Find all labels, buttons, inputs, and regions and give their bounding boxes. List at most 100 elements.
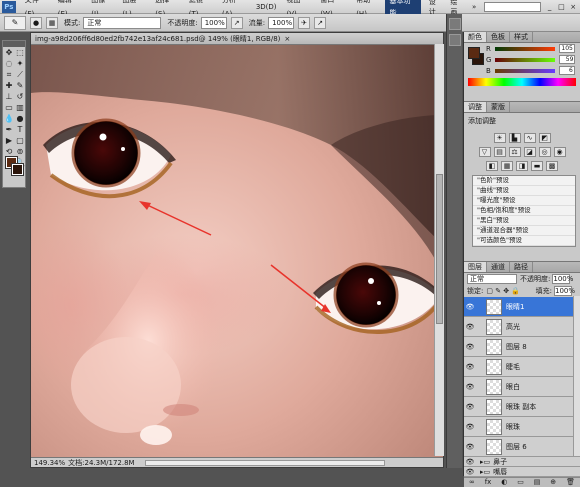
dodge-tool-icon[interactable]: ● (15, 114, 25, 124)
layer-row[interactable]: 👁 高光 (464, 317, 580, 337)
adjustment-layer-icon[interactable]: ▭ (517, 478, 524, 487)
curves-icon[interactable]: ∿ (523, 133, 536, 143)
lasso-tool-icon[interactable]: ◌ (4, 59, 14, 69)
pen-tool-icon[interactable]: ✒ (4, 125, 14, 135)
close-document-icon[interactable]: × (284, 35, 290, 43)
posterize-icon[interactable]: ▦ (501, 161, 513, 171)
healing-tool-icon[interactable]: ✚ (4, 81, 14, 91)
visibility-eye-icon[interactable]: 👁 (464, 468, 476, 476)
3d-rotate-tool-icon[interactable]: ⟲ (4, 147, 14, 157)
tab-masks[interactable]: 蒙版 (487, 102, 510, 112)
tab-layers[interactable]: 图层 (464, 262, 487, 272)
eraser-tool-icon[interactable]: ▭ (4, 103, 14, 113)
visibility-eye-icon[interactable]: 👁 (464, 343, 476, 351)
lock-icons[interactable]: ▢ ✎ ✥ 🔒 (486, 287, 520, 295)
menu-3d[interactable]: 3D(D) (251, 0, 282, 14)
red-slider[interactable] (494, 46, 555, 51)
shape-tool-icon[interactable]: ▢ (15, 136, 25, 146)
history-panel-icon[interactable] (449, 18, 461, 30)
zoom-level[interactable]: 149.34% (31, 458, 65, 467)
vibrance-icon[interactable]: ▽ (478, 147, 491, 157)
layer-opacity-field[interactable]: 100% (552, 274, 573, 284)
3d-orbit-tool-icon[interactable]: ⊚ (15, 147, 25, 157)
layer-row[interactable]: 👁 图层 6 (464, 437, 580, 457)
preset-black-white[interactable]: "黑白"预设 (473, 216, 575, 226)
blue-value-field[interactable]: 6 (558, 66, 575, 75)
marquee-tool-icon[interactable]: ⬚ (15, 48, 25, 58)
brush-preset-icon[interactable]: ✎ (4, 15, 26, 30)
preset-selective-color[interactable]: "可选颜色"预设 (473, 236, 575, 246)
link-layers-icon[interactable]: ∞ (469, 478, 475, 487)
threshold-icon[interactable]: ◨ (516, 161, 528, 171)
add-mask-icon[interactable]: ◐ (501, 478, 507, 487)
type-tool-icon[interactable]: T (15, 125, 25, 135)
levels-icon[interactable]: ▙ (508, 133, 521, 143)
move-tool-icon[interactable]: ✥ (4, 48, 14, 58)
layer-row[interactable]: 👁 眼珠 副本 (464, 397, 580, 417)
preset-exposure[interactable]: "曝光度"预设 (473, 196, 575, 206)
cs-live-search-input[interactable] (484, 1, 541, 12)
eyedropper-tool-icon[interactable]: ⟋ (15, 70, 25, 80)
blue-slider[interactable] (494, 68, 555, 73)
horizontal-scrollbar[interactable] (144, 460, 385, 466)
brush-tool-icon[interactable]: ✎ (15, 81, 25, 91)
black-white-icon[interactable]: ◪ (523, 147, 536, 157)
fill-field[interactable]: 100% (554, 286, 575, 296)
visibility-eye-icon[interactable]: 👁 (464, 458, 476, 466)
photo-filter-icon[interactable]: ◎ (538, 147, 551, 157)
new-group-icon[interactable]: ▤ (534, 478, 541, 487)
layer-row[interactable]: 👁 眼睛1 (464, 297, 580, 317)
crop-tool-icon[interactable]: ⌗ (4, 70, 14, 80)
preset-hue-saturation[interactable]: "色相/饱和度"预设 (473, 206, 575, 216)
toolbox-header[interactable] (3, 41, 25, 47)
layers-scrollbar[interactable] (573, 296, 580, 456)
path-select-tool-icon[interactable]: ▶ (4, 136, 14, 146)
gradient-tool-icon[interactable]: ▥ (15, 103, 25, 113)
preset-curves[interactable]: "曲线"预设 (473, 186, 575, 196)
maximize-button[interactable]: □ (557, 2, 567, 12)
scroll-thumb[interactable] (436, 174, 443, 324)
flow-field[interactable]: 100% (268, 16, 295, 29)
brightness-contrast-icon[interactable]: ☀ (493, 133, 506, 143)
actions-panel-icon[interactable] (449, 34, 461, 46)
gradient-map-icon[interactable]: ▬ (531, 161, 543, 171)
visibility-eye-icon[interactable]: 👁 (464, 303, 476, 311)
green-value-field[interactable]: 59 (559, 55, 576, 64)
opacity-field[interactable]: 100% (200, 16, 227, 29)
color-ramp[interactable] (468, 78, 576, 86)
delete-layer-icon[interactable]: 🗑 (566, 478, 575, 487)
background-color-swatch[interactable] (11, 163, 24, 176)
document-tab[interactable]: img-a98d206ff6d80ed2fb742e13af24c681.psd… (31, 33, 443, 45)
selective-color-icon[interactable]: ▩ (546, 161, 558, 171)
color-balance-icon[interactable]: ⚖ (508, 147, 521, 157)
blend-mode-select[interactable]: 正常 (467, 274, 517, 284)
pressure-size-icon[interactable]: ↗ (314, 16, 327, 29)
magic-wand-tool-icon[interactable]: ✦ (15, 59, 25, 69)
stamp-tool-icon[interactable]: ⊥ (4, 92, 14, 102)
tab-paths[interactable]: 路径 (510, 262, 533, 272)
airbrush-icon[interactable]: ✈ (298, 16, 311, 29)
green-slider[interactable] (495, 57, 556, 62)
tab-color[interactable]: 颜色 (464, 32, 487, 42)
brush-size-icon[interactable]: ● (30, 16, 42, 29)
panel-foreground-swatch[interactable] (468, 47, 480, 59)
tab-swatches[interactable]: 色板 (487, 32, 510, 42)
invert-icon[interactable]: ◧ (486, 161, 498, 171)
workspace-more[interactable]: » (468, 3, 480, 11)
blur-tool-icon[interactable]: 💧 (4, 114, 14, 124)
vertical-scrollbar[interactable] (434, 44, 444, 456)
layer-row[interactable]: 👁 眼珠 (464, 417, 580, 437)
red-value-field[interactable]: 105 (558, 44, 575, 53)
visibility-eye-icon[interactable]: 👁 (464, 403, 476, 411)
layer-style-icon[interactable]: fx (485, 478, 492, 487)
tab-styles[interactable]: 样式 (510, 32, 533, 42)
layer-row[interactable]: 👁 眼白 (464, 377, 580, 397)
preset-levels[interactable]: "色阶"预设 (473, 176, 575, 186)
mode-select[interactable]: 正常 (83, 16, 162, 29)
channel-mixer-icon[interactable]: ◉ (553, 147, 566, 157)
visibility-eye-icon[interactable]: 👁 (464, 363, 476, 371)
exposure-icon[interactable]: ◩ (538, 133, 551, 143)
preset-channel-mixer[interactable]: "通道混合器"预设 (473, 226, 575, 236)
brush-panel-icon[interactable]: ▦ (46, 16, 58, 29)
tab-adjustments[interactable]: 调整 (464, 102, 487, 112)
